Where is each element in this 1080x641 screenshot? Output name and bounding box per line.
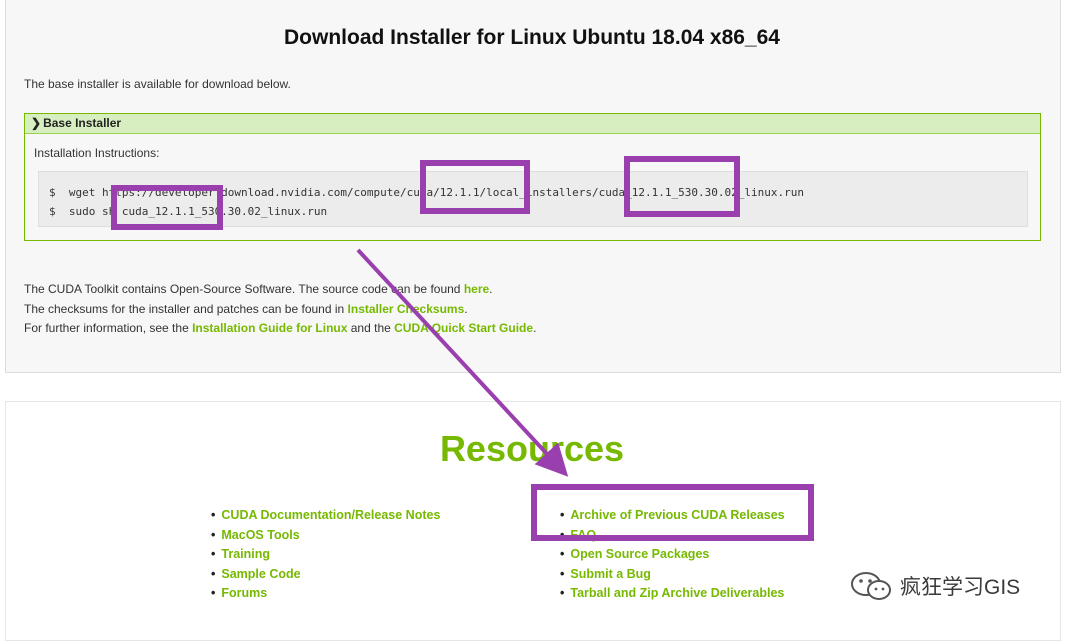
wechat-icon bbox=[851, 572, 891, 600]
annotation-arrow bbox=[356, 248, 569, 477]
watermark: 疯狂学习GIS bbox=[850, 571, 1020, 601]
watermark-text: 疯狂学习GIS bbox=[900, 576, 1021, 599]
arrow-line bbox=[356, 248, 569, 477]
